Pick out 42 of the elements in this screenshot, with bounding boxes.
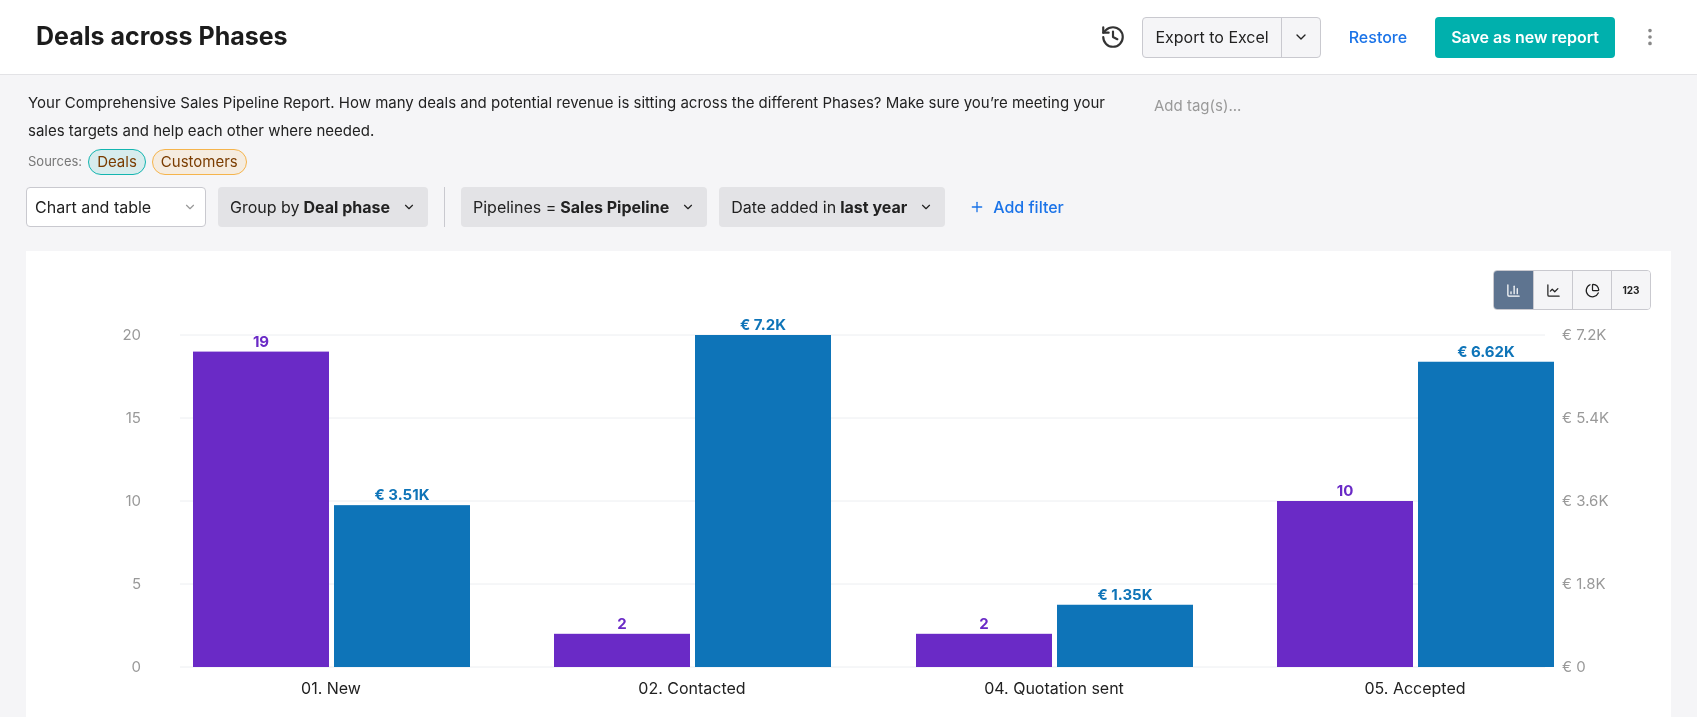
chart-type-tab[interactable] <box>1533 271 1572 309</box>
y-axis-label: 5 <box>131 574 141 593</box>
export-button[interactable]: Export to Excel <box>1143 17 1281 57</box>
view-select[interactable]: Chart and table <box>26 187 206 227</box>
y-axis-label: 0 <box>131 657 141 676</box>
x-axis-label: 05. Accepted <box>1364 678 1466 698</box>
y-axis-label: 15 <box>125 408 141 427</box>
sources-label: Sources: <box>28 152 83 172</box>
bar-value-label: € 6.62K <box>1457 341 1515 361</box>
bar-value-label: 10 <box>1336 481 1354 500</box>
x-axis-label: 01. New <box>301 678 361 698</box>
restore-link[interactable]: Restore <box>1348 25 1408 49</box>
pie-chart-icon <box>1584 282 1600 298</box>
y-axis-label: € 1.8K <box>1562 574 1606 593</box>
bar-value-label: 19 <box>252 331 270 351</box>
source-tag[interactable]: Deals <box>88 149 146 175</box>
x-axis-label: 02. Contacted <box>638 678 746 698</box>
filter-chip[interactable]: Pipelines = Sales Pipeline <box>461 187 708 227</box>
export-button-group[interactable]: Export to Excel <box>1142 16 1321 58</box>
filter-chip[interactable]: Group by Deal phase <box>218 187 428 227</box>
history-icon[interactable] <box>1100 24 1127 50</box>
bar-value-label: 2 <box>979 613 989 633</box>
add-filter-button[interactable]: Add filter <box>969 195 1064 219</box>
filter-chip[interactable]: Date added in last year <box>719 187 946 227</box>
y-axis-label: € 7.2K <box>1562 325 1607 344</box>
bar-chart-icon <box>1506 282 1521 298</box>
chart-type-tab[interactable] <box>1572 271 1611 309</box>
bar-value-label: € 1.35K <box>1097 584 1153 604</box>
y-axis-label: € 0 <box>1562 657 1586 676</box>
report-description: Your Comprehensive Sales Pipeline Report. How many deals and potential revenue is sitting across the different Phases? Make sure you’re meeting your sales targets and help each other where needed. <box>28 92 1106 142</box>
source-tag[interactable]: Customers <box>151 149 247 175</box>
bar-value-label: € 3.51K <box>374 485 430 505</box>
bar-value-label: 2 <box>617 613 627 633</box>
y-axis-label: 20 <box>122 325 141 344</box>
y-axis-label: € 3.6K <box>1562 491 1609 510</box>
line-chart-icon <box>1545 282 1561 298</box>
bar-value-label: € 7.2K <box>740 316 786 334</box>
page-title: Deals across Phases <box>36 20 288 54</box>
x-axis-label: 04. Quotation sent <box>984 678 1124 698</box>
chart-type-tab[interactable]: 123 <box>1611 271 1650 309</box>
y-axis-label: € 5.4K <box>1562 408 1610 427</box>
y-axis-label: 10 <box>125 491 141 510</box>
